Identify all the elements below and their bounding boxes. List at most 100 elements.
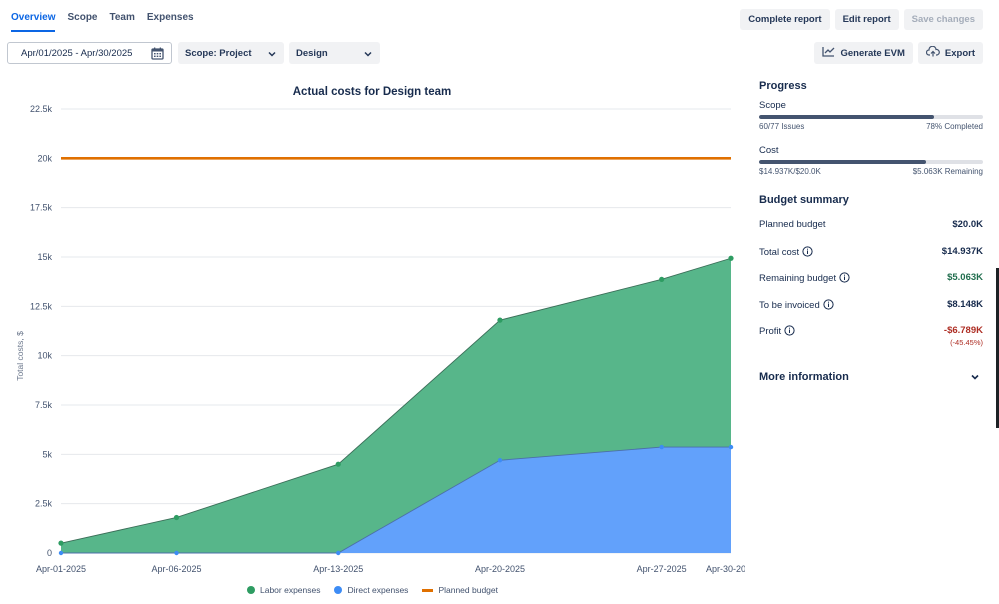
save-changes-button[interactable]: Save changes bbox=[903, 9, 983, 30]
generate-evm-label: Generate EVM bbox=[840, 47, 905, 59]
labor-expenses-point bbox=[659, 276, 665, 282]
legend-planned[interactable]: Planned budget bbox=[422, 585, 498, 595]
cost-progress-bar bbox=[759, 160, 983, 164]
direct-expenses-point bbox=[659, 444, 664, 450]
chart-title: Actual costs for Design team bbox=[293, 86, 451, 98]
x-tick-label: Apr-30-2025 bbox=[706, 564, 745, 574]
more-information-toggle[interactable]: More information bbox=[759, 371, 983, 383]
to-be-invoiced-label: To be invoiced bbox=[759, 299, 820, 311]
planned-budget-value: $20.0K bbox=[952, 219, 983, 230]
direct-expenses-point bbox=[728, 444, 734, 450]
direct-expenses-point bbox=[497, 458, 503, 463]
chart-svg: Actual costs for Design team 0 2.5k 5k 7.5k… bbox=[15, 86, 745, 574]
edit-report-button[interactable]: Edit report bbox=[834, 9, 899, 30]
report-tabs: Overview Scope Team Expenses bbox=[11, 12, 206, 32]
x-tick-label: Apr-27-2025 bbox=[637, 564, 687, 574]
header-actions: Complete report Edit report Save changes bbox=[740, 9, 983, 30]
calendar-icon[interactable] bbox=[151, 47, 164, 63]
chevron-down-icon bbox=[364, 49, 372, 60]
scope-select-value: Scope: Project bbox=[185, 47, 252, 59]
remaining-budget-row: Remaining budget $5.063K bbox=[759, 272, 983, 299]
scope-progress-label: Scope bbox=[759, 100, 786, 111]
x-tick-label: Apr-06-2025 bbox=[151, 564, 201, 574]
legend-direct-label: Direct expenses bbox=[347, 585, 409, 595]
x-tick-label: Apr-20-2025 bbox=[475, 564, 525, 574]
direct-expenses-point bbox=[174, 550, 179, 556]
y-axis-label: Total costs, $ bbox=[15, 331, 25, 381]
profit-row: Profit -$6.789K (-45.45%) bbox=[759, 325, 983, 357]
cost-progress-fill bbox=[759, 160, 927, 164]
scope-progress-bar bbox=[759, 115, 983, 119]
total-cost-label: Total cost bbox=[759, 246, 800, 258]
info-icon[interactable] bbox=[839, 272, 850, 286]
labor-expenses-point bbox=[335, 461, 341, 467]
y-tick-label: 15k bbox=[37, 252, 52, 262]
complete-report-button[interactable]: Complete report bbox=[740, 9, 830, 30]
to-be-invoiced-row: To be invoiced $8.148K bbox=[759, 299, 983, 326]
direct-expenses-point bbox=[336, 550, 341, 556]
team-select[interactable]: Design bbox=[289, 42, 380, 64]
legend-planned-label: Planned budget bbox=[438, 585, 498, 595]
y-tick-label: 12.5k bbox=[30, 301, 53, 311]
date-range-picker[interactable]: Apr/01/2025 - Apr/30/2025 bbox=[7, 42, 172, 64]
legend-planned-marker bbox=[422, 588, 434, 592]
generate-evm-button[interactable]: Generate EVM bbox=[814, 42, 913, 64]
y-tick-label: 17.5k bbox=[30, 203, 53, 213]
legend-labor-label: Labor expenses bbox=[259, 585, 321, 595]
team-select-value: Design bbox=[296, 47, 328, 59]
to-be-invoiced-value: $8.148K bbox=[947, 298, 983, 310]
y-tick-label: 20k bbox=[37, 153, 52, 163]
more-information-label: More information bbox=[759, 371, 849, 383]
cost-spent: $14.937K/$20.0K bbox=[759, 167, 821, 176]
cloud-upload-icon bbox=[925, 45, 940, 60]
actual-costs-chart: Actual costs for Design team 0 2.5k 5k 7.5k… bbox=[0, 76, 745, 604]
profit-value: -$6.789K bbox=[943, 325, 983, 336]
trend-chart-icon bbox=[822, 46, 835, 60]
total-cost-value: $14.937K bbox=[941, 245, 983, 257]
y-tick-label: 5k bbox=[42, 449, 52, 459]
info-icon[interactable] bbox=[802, 245, 813, 260]
side-panel: Progress Scope 60/77 Issues 78% Complete… bbox=[759, 80, 983, 383]
y-tick-label: 7.5k bbox=[35, 400, 53, 410]
scope-select[interactable]: Scope: Project bbox=[178, 42, 284, 64]
y-tick-label: 0 bbox=[47, 548, 52, 558]
remaining-budget-label: Remaining budget bbox=[759, 273, 837, 284]
x-tick-label: Apr-01-2025 bbox=[36, 564, 86, 574]
export-label: Export bbox=[944, 47, 975, 59]
chart-legend: Labor expenses Direct expenses Planned b… bbox=[0, 585, 745, 595]
tab-overview[interactable]: Overview bbox=[11, 12, 56, 32]
planned-budget-row: Planned budget $20.0K bbox=[759, 219, 983, 246]
export-button[interactable]: Export bbox=[917, 42, 983, 64]
cost-progress-label: Cost bbox=[759, 145, 779, 156]
direct-expenses-point bbox=[58, 550, 64, 556]
y-tick-label: 22.5k bbox=[30, 104, 53, 114]
tab-expenses[interactable]: Expenses bbox=[147, 12, 194, 32]
info-icon[interactable] bbox=[823, 298, 834, 313]
progress-title: Progress bbox=[759, 80, 807, 92]
planned-budget-label: Planned budget bbox=[759, 219, 826, 230]
info-icon[interactable] bbox=[784, 325, 795, 339]
profit-percent: (-45.45%) bbox=[950, 338, 983, 347]
tab-team[interactable]: Team bbox=[110, 12, 135, 32]
y-tick-label: 10k bbox=[37, 351, 52, 361]
scope-completed: 78% Completed bbox=[926, 122, 983, 131]
scope-progress-meta: 60/77 Issues 78% Completed bbox=[759, 122, 983, 131]
legend-direct[interactable]: Direct expenses bbox=[334, 585, 408, 595]
total-cost-row: Total cost $14.937K bbox=[759, 246, 983, 273]
scope-progress-fill bbox=[759, 115, 934, 119]
legend-direct-marker bbox=[334, 586, 343, 594]
cost-progress-meta: $14.937K/$20.0K $5.063K Remaining bbox=[759, 167, 983, 176]
x-tick-label: Apr-13-2025 bbox=[313, 564, 363, 574]
tab-scope[interactable]: Scope bbox=[67, 12, 97, 32]
y-tick-label: 2.5k bbox=[35, 499, 53, 509]
date-range-value: Apr/01/2025 - Apr/30/2025 bbox=[21, 47, 133, 59]
chevron-down-icon bbox=[971, 371, 979, 383]
scope-issues: 60/77 Issues bbox=[759, 122, 805, 131]
legend-labor-marker bbox=[246, 586, 255, 594]
legend-labor[interactable]: Labor expenses bbox=[246, 585, 321, 595]
profit-label: Profit bbox=[759, 326, 782, 337]
labor-expenses-point bbox=[173, 514, 180, 521]
remaining-budget-value: $5.063K bbox=[947, 272, 983, 283]
labor-expenses-point bbox=[58, 540, 64, 546]
budget-summary-title: Budget summary bbox=[759, 194, 849, 206]
